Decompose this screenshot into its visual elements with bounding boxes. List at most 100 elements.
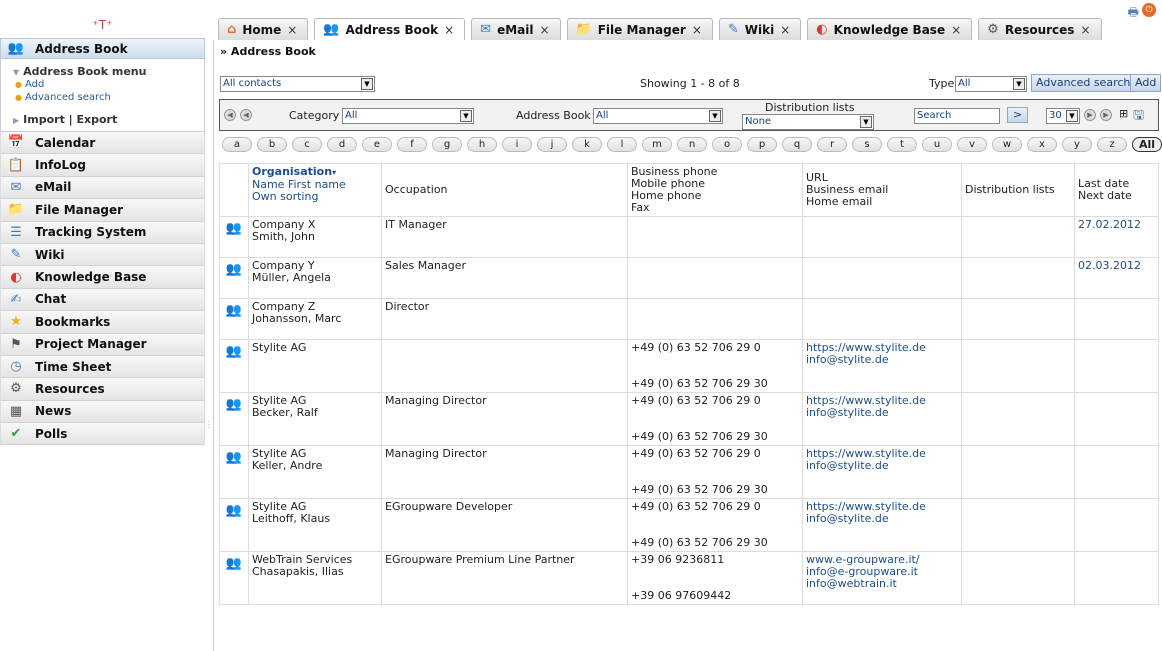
alphabet-e[interactable]: e <box>362 137 392 152</box>
first-page-icon[interactable]: ◀ <box>224 109 236 121</box>
sidebar-splitter-handle[interactable]: ⋮ <box>205 420 213 434</box>
phone-cell: +49 (0) 63 52 706 29 0 +49 (0) 63 52 706 … <box>627 498 803 552</box>
address-book-menu-title[interactable]: ▼ Address Book menu <box>1 59 204 78</box>
alphabet-n[interactable]: n <box>677 137 707 152</box>
tab-resources[interactable]: ⚙ Resources × <box>978 18 1102 40</box>
alphabet-f[interactable]: f <box>397 137 427 152</box>
search-go-button[interactable]: > <box>1007 107 1029 123</box>
sidebar-app-knowledge-base[interactable]: ◐ Knowledge Base <box>0 266 205 289</box>
menu-link-add[interactable]: ● Add <box>1 78 204 91</box>
close-icon[interactable]: × <box>539 23 549 37</box>
next-page-icon[interactable]: ▶ <box>1084 109 1096 121</box>
sidebar-app-tracking-system[interactable]: ☰ Tracking System <box>0 221 205 244</box>
close-icon[interactable]: × <box>951 23 961 37</box>
alphabet-j[interactable]: j <box>537 137 567 152</box>
alphabet-d[interactable]: d <box>327 137 357 152</box>
sidebar-app-email[interactable]: ✉ eMail <box>0 176 205 200</box>
tab-knowledge-base[interactable]: ◐ Knowledge Base × <box>807 18 973 40</box>
type-select[interactable]: All ▼ <box>955 76 1027 92</box>
category-select[interactable]: All ▼ <box>342 108 474 124</box>
tab-wiki[interactable]: ✎ Wiki × <box>718 18 802 40</box>
tab-address-book[interactable]: 👥 Address Book × <box>314 18 466 40</box>
close-icon[interactable]: × <box>692 23 702 37</box>
advanced-search-button[interactable]: Advanced search <box>1031 74 1136 92</box>
alphabet-m[interactable]: m <box>642 137 672 152</box>
sidebar-app-wiki[interactable]: ✎ Wiki <box>0 243 205 267</box>
add-contact-button[interactable]: Add <box>1130 74 1162 92</box>
previous-page-icon[interactable]: ◀ <box>240 109 252 121</box>
close-icon[interactable]: × <box>780 23 790 37</box>
email-link[interactable]: info@stylite.de <box>806 513 958 525</box>
per-page-select[interactable]: 30 ▼ <box>1046 108 1080 124</box>
sidebar-app-chat[interactable]: ✍ Chat <box>0 288 205 312</box>
sidebar-app-calendar[interactable]: 📅 Calendar <box>0 132 205 155</box>
alphabet-r[interactable]: r <box>817 137 847 152</box>
table-row[interactable]: 👥 Stylite AG Becker, Ralf Managing Direct… <box>219 392 1159 446</box>
close-icon[interactable]: × <box>444 23 454 37</box>
tab-email[interactable]: ✉ eMail × <box>471 18 561 40</box>
alphabet-x[interactable]: x <box>1027 137 1057 152</box>
alphabet-c[interactable]: c <box>292 137 322 152</box>
alphabet-b[interactable]: b <box>257 137 287 152</box>
table-row[interactable]: 👥 Stylite AG Keller, Andre Managing Direc… <box>219 445 1159 499</box>
alphabet-h[interactable]: h <box>467 137 497 152</box>
table-row[interactable]: 👥 Stylite AG +49 (0) 63 52 706 29 0 +49 (… <box>219 339 1159 393</box>
alphabet-i[interactable]: i <box>502 137 532 152</box>
alphabet-v[interactable]: v <box>957 137 987 152</box>
table-row[interactable]: 👥 Company Y Müller, Angela Sales Manager … <box>219 257 1159 299</box>
table-row[interactable]: 👥 WebTrain Services Chasapakis, Ilias EGr… <box>219 551 1159 605</box>
sort-own-sorting[interactable]: Own sorting <box>252 191 378 203</box>
menu-link-advanced-search[interactable]: ● Advanced search <box>1 91 204 104</box>
sidebar-app-project-manager[interactable]: ⚑ Project Manager <box>0 333 205 356</box>
alphabet-t[interactable]: t <box>887 137 917 152</box>
date-cell: 27.02.2012 <box>1074 216 1159 258</box>
close-icon[interactable]: × <box>1080 23 1090 37</box>
alphabet-p[interactable]: p <box>747 137 777 152</box>
organisation-cell: Stylite AG Becker, Ralf <box>248 392 382 446</box>
alphabet-a[interactable]: a <box>222 137 252 152</box>
table-row[interactable]: 👥 Company Z Johansson, Marc Director <box>219 298 1159 340</box>
email-link[interactable]: info@stylite.de <box>806 354 958 366</box>
sidebar-app-time-sheet[interactable]: ◷ Time Sheet <box>0 355 205 379</box>
close-icon[interactable]: × <box>287 23 297 37</box>
email-link[interactable]: info@stylite.de <box>806 407 958 419</box>
search-input[interactable]: Search <box>914 108 1000 124</box>
save-icon[interactable]: 🖫 <box>1133 106 1144 128</box>
tab-home[interactable]: ⌂ Home × <box>218 18 309 40</box>
last-page-icon[interactable]: ▶ <box>1100 109 1112 121</box>
email-link[interactable]: info@stylite.de <box>806 460 958 472</box>
alphabet-l[interactable]: l <box>607 137 637 152</box>
tab-file-manager[interactable]: 📁 File Manager × <box>566 18 713 40</box>
alphabet-g[interactable]: g <box>432 137 462 152</box>
phone-cell <box>627 216 803 258</box>
print-icon[interactable]: 🖶 <box>1128 3 1139 24</box>
occupation-cell: IT Manager <box>381 216 628 258</box>
sidebar-app-news[interactable]: ▦ News <box>0 400 205 424</box>
sidebar-app-file-manager[interactable]: 📁 File Manager <box>0 199 205 222</box>
logout-icon[interactable]: ⏻ <box>1142 3 1156 17</box>
table-row[interactable]: 👥 Stylite AG Leithoff, Klaus EGroupware D… <box>219 498 1159 552</box>
address-book-select[interactable]: All ▼ <box>593 108 723 124</box>
alphabet-w[interactable]: w <box>992 137 1022 152</box>
sidebar-app-polls[interactable]: ✔ Polls <box>0 423 205 446</box>
alphabet-u[interactable]: u <box>922 137 952 152</box>
alphabet-y[interactable]: y <box>1062 137 1092 152</box>
sidebar-app-infolog[interactable]: 📋 InfoLog <box>0 154 205 177</box>
alphabet-o[interactable]: o <box>712 137 742 152</box>
alphabet-s[interactable]: s <box>852 137 882 152</box>
alphabet-z[interactable]: z <box>1097 137 1127 152</box>
table-row[interactable]: 👥 Company X Smith, John IT Manager 27.02.… <box>219 216 1159 258</box>
alphabet-q[interactable]: q <box>782 137 812 152</box>
contacts-select[interactable]: All contacts ▼ <box>220 76 375 92</box>
sidebar-app-resources[interactable]: ⚙ Resources <box>0 378 205 401</box>
distribution-lists-select[interactable]: None ▼ <box>742 114 874 130</box>
sidebar-active-app-address-book[interactable]: 👥 Address Book <box>0 38 205 59</box>
alphabet-k[interactable]: k <box>572 137 602 152</box>
vcard-export-icon[interactable]: ⊞ <box>1119 107 1128 120</box>
url-cell: https://www.stylite.de info@stylite.de <box>802 392 962 446</box>
menu-import-export[interactable]: ▶ Import | Export <box>1 104 204 132</box>
sidebar-app-bookmarks[interactable]: ★ Bookmarks <box>0 311 205 334</box>
email-link[interactable]: info@webtrain.it <box>806 578 958 590</box>
alphabet-all[interactable]: All <box>1132 137 1162 152</box>
contact-type-cell: 👥 <box>219 216 249 258</box>
